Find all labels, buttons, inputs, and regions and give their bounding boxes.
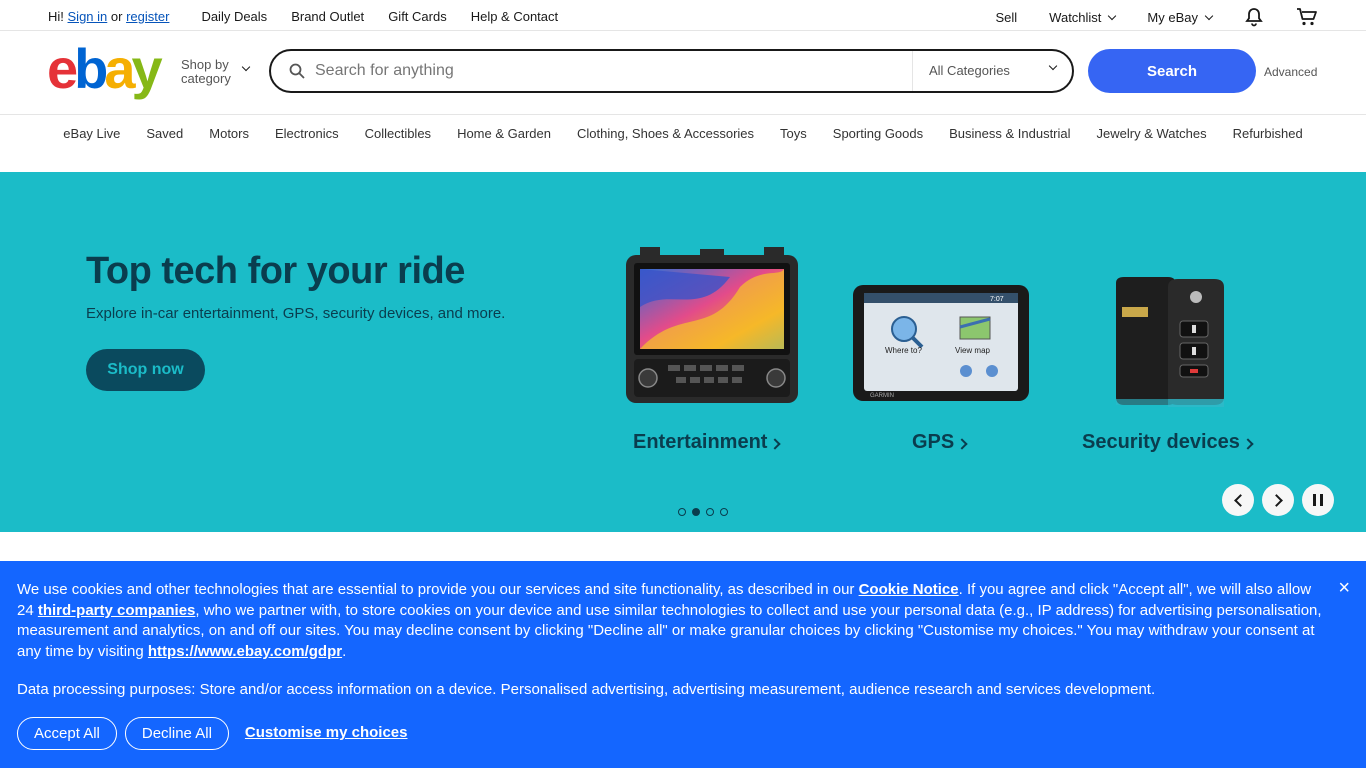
watchlist-label: Watchlist	[1049, 9, 1102, 25]
tile-label: Entertainment	[633, 431, 782, 454]
help-contact-link[interactable]: Help & Contact	[471, 9, 558, 24]
chevron-right-icon	[1242, 437, 1254, 450]
category-select[interactable]: All Categories	[912, 51, 1072, 91]
car-stereo-image	[626, 247, 798, 403]
chevron-right-icon	[956, 437, 968, 450]
tile-gps[interactable]: 7:07 Where to? View map GARMIN GPS	[852, 247, 1030, 453]
chevron-down-icon	[1204, 11, 1214, 20]
my-ebay-label: My eBay	[1147, 9, 1198, 25]
tile-entertainment[interactable]: Entertainment	[620, 247, 804, 453]
category-select-value: All Categories	[929, 63, 1010, 78]
cookie-text: We use cookies and other technologies th…	[17, 580, 1327, 662]
chevron-down-icon	[241, 62, 251, 72]
gps-view-map: View map	[955, 346, 991, 355]
cookie-text-part: We use cookies and other technologies th…	[17, 581, 859, 598]
carousel-pause-button[interactable]	[1302, 484, 1334, 516]
catnav-toys[interactable]: Toys	[780, 126, 807, 155]
shop-by-category-line1: Shop by	[181, 57, 229, 72]
search-button[interactable]: Search	[1088, 49, 1256, 93]
tile-label: Security devices	[1082, 431, 1254, 454]
cookie-notice-link[interactable]: Cookie Notice	[859, 581, 959, 598]
sell-link[interactable]: Sell	[995, 10, 1017, 25]
chevron-right-icon	[1269, 493, 1283, 507]
decline-all-button[interactable]: Decline All	[124, 717, 229, 750]
hero-title: Top tech for your ride	[86, 250, 465, 292]
tile-label-text: Entertainment	[633, 431, 768, 453]
cookie-text-part: .	[342, 642, 347, 660]
chevron-down-icon	[1108, 11, 1117, 20]
shop-by-category-button[interactable]: Shop by category	[181, 57, 251, 86]
shop-by-category-line2: category	[181, 71, 231, 86]
tile-security-devices[interactable]: Security devices	[1082, 247, 1262, 453]
catnav-business-industrial[interactable]: Business & Industrial	[949, 126, 1070, 155]
search-input[interactable]	[315, 59, 895, 83]
catnav-sporting-goods[interactable]: Sporting Goods	[833, 126, 923, 155]
notifications-bell-icon[interactable]	[1244, 7, 1264, 27]
chevron-left-icon	[1233, 493, 1247, 507]
hero-banner: Top tech for your ride Explore in-car en…	[0, 172, 1366, 532]
logo-letter-a: a	[104, 37, 135, 100]
carousel-next-button[interactable]	[1262, 484, 1294, 516]
catnav-ebay-live[interactable]: eBay Live	[63, 126, 120, 155]
catnav-jewelry-watches[interactable]: Jewelry & Watches	[1097, 126, 1207, 155]
carousel-prev-button[interactable]	[1222, 484, 1254, 516]
daily-deals-link[interactable]: Daily Deals	[201, 9, 267, 24]
cookie-banner: We use cookies and other technologies th…	[0, 561, 1366, 768]
cookie-buttons: Accept All Decline All Customise my choi…	[17, 717, 407, 750]
brand-outlet-link[interactable]: Brand Outlet	[291, 9, 364, 24]
greeting-prefix: Hi!	[48, 9, 64, 24]
pause-icon	[1313, 494, 1323, 506]
sign-in-link[interactable]: Sign in	[68, 9, 108, 24]
third-party-companies-link[interactable]: third-party companies	[38, 602, 196, 619]
gps-time: 7:07	[990, 296, 1004, 303]
top-bar-left: Hi! Sign in or register Daily Deals Bran…	[48, 9, 582, 24]
top-bar: Hi! Sign in or register Daily Deals Bran…	[0, 0, 1366, 31]
carousel-dots	[678, 508, 728, 516]
cart-icon[interactable]	[1296, 7, 1318, 27]
gps-where-to: Where to?	[885, 346, 922, 355]
register-link[interactable]: register	[126, 9, 169, 24]
catnav-home-garden[interactable]: Home & Garden	[457, 126, 551, 155]
watchlist-menu[interactable]: Watchlist	[1049, 9, 1117, 25]
category-nav: eBay Live Saved Motors Electronics Colle…	[0, 115, 1366, 155]
customise-choices-link[interactable]: Customise my choices	[245, 723, 408, 744]
header: ebay Shop by category All Categories Sea…	[0, 31, 1366, 115]
gps-device-image: 7:07 Where to? View map GARMIN	[853, 285, 1029, 401]
chevron-down-icon	[1048, 61, 1058, 71]
catnav-collectibles[interactable]: Collectibles	[365, 126, 431, 155]
accept-all-button[interactable]: Accept All	[17, 717, 117, 750]
advanced-search-link[interactable]: Advanced	[1264, 65, 1317, 79]
catnav-saved[interactable]: Saved	[146, 126, 183, 155]
gift-cards-link[interactable]: Gift Cards	[388, 9, 447, 24]
shop-now-button[interactable]: Shop now	[86, 349, 205, 391]
carousel-dot[interactable]	[720, 508, 728, 516]
ebay-logo[interactable]: ebay	[47, 41, 163, 97]
search-icon	[289, 63, 305, 79]
greeting-or: or	[110, 9, 123, 24]
catnav-refurbished[interactable]: Refurbished	[1233, 126, 1303, 155]
catnav-motors[interactable]: Motors	[209, 126, 249, 155]
hero-subtitle: Explore in-car entertainment, GPS, secur…	[86, 305, 506, 322]
search-box: All Categories	[269, 49, 1074, 93]
close-icon[interactable]: ×	[1338, 578, 1350, 598]
cookie-purposes: Data processing purposes: Store and/or a…	[17, 681, 1156, 698]
gdpr-link[interactable]: https://www.ebay.com/gdpr	[148, 643, 342, 660]
logo-letter-e: e	[47, 37, 78, 100]
greeting: Hi! Sign in or register	[48, 9, 169, 24]
logo-letter-b: b	[74, 37, 108, 100]
top-bar-right: Sell Watchlist My eBay	[963, 7, 1318, 27]
chevron-right-icon	[769, 437, 782, 450]
catnav-electronics[interactable]: Electronics	[275, 126, 339, 155]
tile-label: GPS	[912, 431, 968, 454]
carousel-dot[interactable]	[678, 508, 686, 516]
my-ebay-menu[interactable]: My eBay	[1147, 9, 1214, 25]
gps-brand: GARMIN	[870, 393, 894, 399]
carousel-dot-active[interactable]	[692, 508, 700, 516]
catnav-clothing[interactable]: Clothing, Shoes & Accessories	[577, 126, 754, 155]
tile-label-text: GPS	[912, 431, 955, 453]
logo-letter-y: y	[131, 37, 163, 100]
key-fob-image	[1116, 277, 1224, 407]
carousel-dot[interactable]	[706, 508, 714, 516]
tile-label-text: Security devices	[1082, 431, 1240, 453]
